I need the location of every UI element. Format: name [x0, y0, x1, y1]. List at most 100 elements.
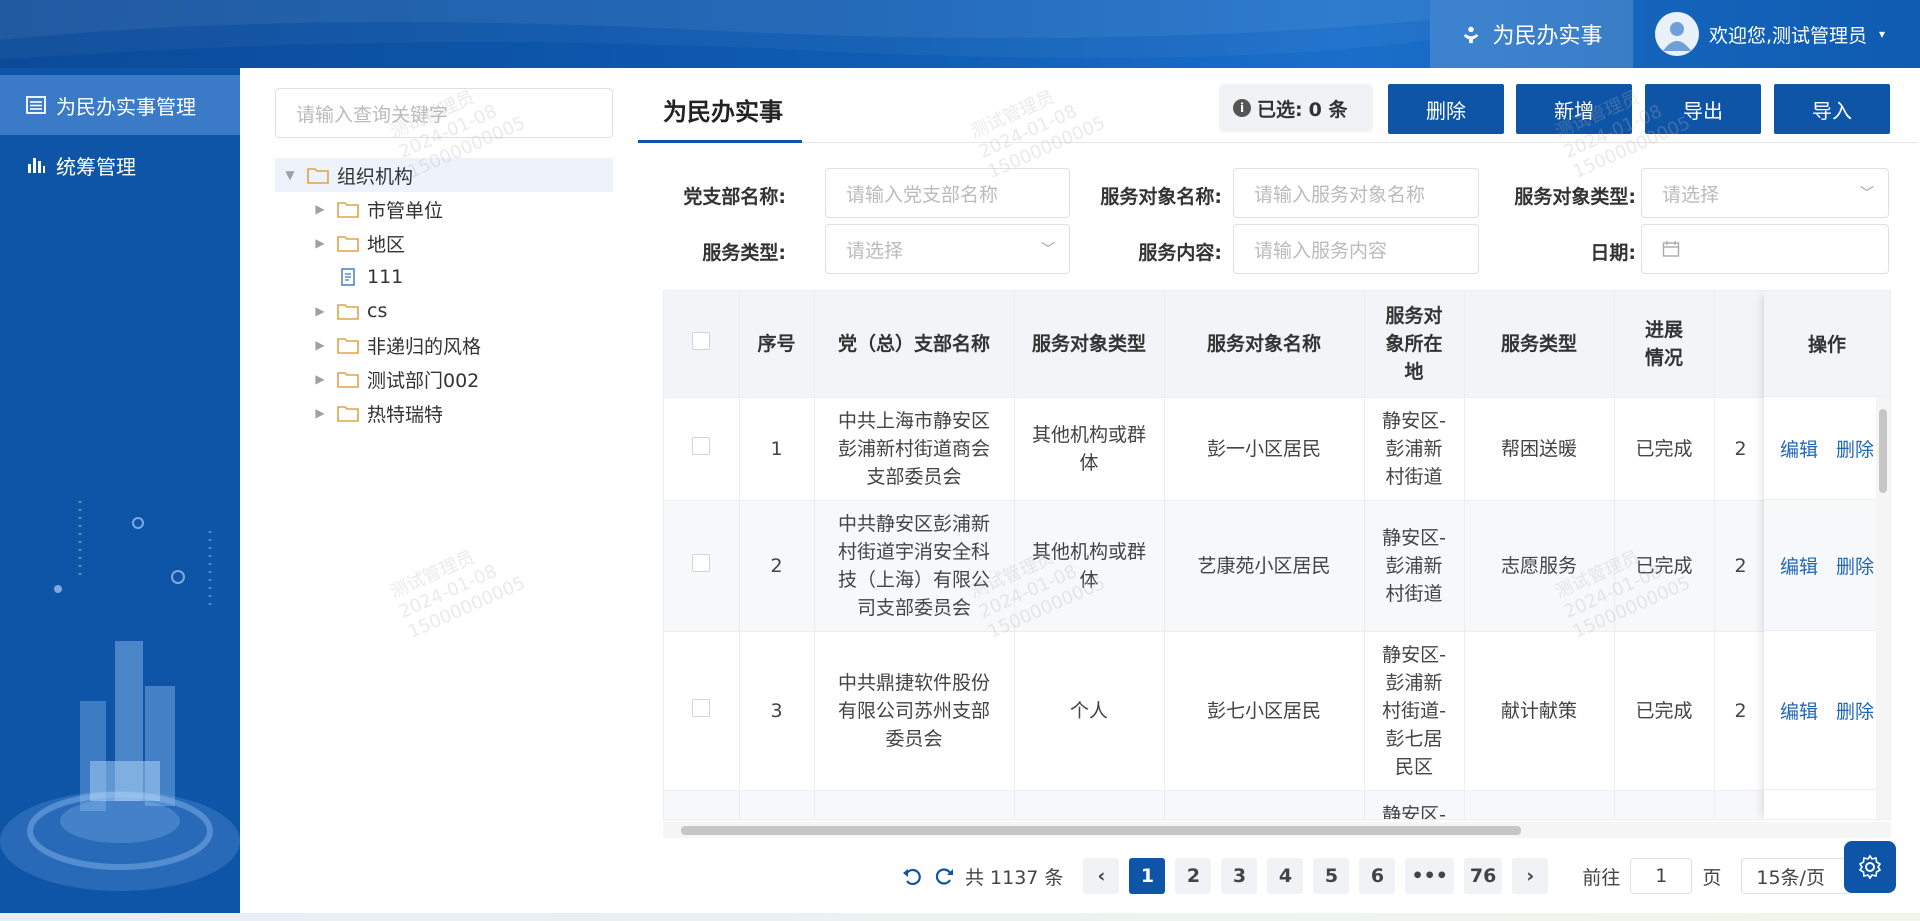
row-checkbox[interactable] [692, 698, 711, 717]
tree-node[interactable]: ▶ 地区 [275, 226, 613, 260]
page-button[interactable]: 2 [1175, 858, 1212, 894]
caret-right-icon[interactable]: ▶ [315, 372, 325, 386]
cell-progress: 已完成 [1614, 397, 1715, 501]
settings-button[interactable] [1844, 841, 1896, 893]
caret-right-icon[interactable]: ▶ [315, 202, 325, 216]
tree-node-label: cs [367, 300, 388, 322]
tree-node[interactable]: ▶ 热特瑞特 [275, 396, 613, 430]
content-placeholder: 请输入服务内容 [1254, 239, 1388, 262]
page-title: 为民办实事 [663, 98, 783, 126]
target-name-input[interactable]: 请输入服务对象名称 [1233, 168, 1479, 218]
edit-link[interactable]: 编辑 [1780, 435, 1818, 462]
bottom-strip [0, 913, 1920, 921]
sidebar-item-coordination[interactable]: 统筹管理 [0, 135, 240, 195]
export-button[interactable]: 导出 [1645, 84, 1761, 134]
target-type-placeholder: 请选择 [1662, 183, 1720, 206]
page-unit-label: 页 [1702, 866, 1722, 889]
page-button[interactable]: 4 [1267, 858, 1304, 894]
row-actions: 编辑 删除 [1764, 500, 1890, 631]
delete-link[interactable]: 删除 [1836, 435, 1874, 462]
caret-right-icon[interactable]: ▶ [315, 338, 325, 352]
selected-label: 已选: [1257, 98, 1303, 121]
row-checkbox[interactable] [692, 436, 711, 455]
tree-node-label: 非递归的风格 [367, 335, 482, 358]
cell-service-type: 帮困送暖 [1464, 397, 1615, 501]
target-type-select[interactable]: 请选择 ﹀ [1641, 168, 1889, 218]
caret-right-icon[interactable]: ▶ [315, 236, 325, 250]
caret-down-icon[interactable]: ▼ [285, 168, 295, 182]
page-button[interactable]: 6 [1359, 858, 1396, 894]
cell-target-type: 个人 [1014, 631, 1165, 791]
user-menu[interactable]: 欢迎您,测试管理员 ▾ [1655, 10, 1885, 58]
cell-target-type [1014, 790, 1165, 819]
goto-page-input[interactable]: 1 [1630, 858, 1693, 894]
select-all-checkbox[interactable] [692, 331, 711, 350]
header-wave-decoration [0, 0, 1430, 60]
column-header: 服务对象名称 [1164, 291, 1365, 398]
caret-right-icon[interactable]: ▶ [315, 304, 325, 318]
caret-right-icon[interactable]: ▶ [315, 406, 325, 420]
branch-name-input[interactable]: 请输入党支部名称 [825, 168, 1070, 218]
tree-node-root[interactable]: ▼ 组织机构 [275, 158, 613, 192]
horizontal-scrollbar[interactable] [663, 822, 1891, 838]
bar-chart-icon [28, 158, 45, 173]
delete-link[interactable]: 删除 [1836, 552, 1874, 579]
title-divider [638, 142, 1918, 143]
undo-icon[interactable] [901, 865, 923, 887]
chevron-down-icon[interactable]: ▾ [1879, 27, 1885, 41]
content-input[interactable]: 请输入服务内容 [1233, 224, 1479, 274]
page-button[interactable]: 76 [1463, 858, 1503, 894]
tree-node[interactable]: ▶ cs [275, 294, 613, 328]
prev-page-button[interactable]: ‹ [1083, 858, 1120, 894]
tree-search-input[interactable]: 请输入查询关键字 [275, 88, 613, 138]
folder-icon [307, 168, 329, 184]
cell-branch: 中共静安区彭浦新村街道宇消安全科技（上海）有限公司支部委员会 [814, 500, 1015, 632]
next-page-button[interactable]: › [1512, 858, 1549, 894]
tree-node[interactable]: ▶ 测试部门002 [275, 362, 613, 396]
content-label: 服务内容: [1138, 242, 1222, 264]
table-row: 1 中共上海市静安区彭浦新村街道商会支部委员会 其他机构或群体 彭一小区居民 静… [664, 397, 1890, 501]
delete-button[interactable]: 删除 [1388, 84, 1504, 134]
cell-branch-text: 中共静安区彭浦新村街道宇消安全科技（上海）有限公司支部委员会 [837, 512, 990, 619]
vertical-scrollbar[interactable] [1876, 397, 1890, 819]
cell-target-type: 其他机构或群体 [1014, 500, 1165, 632]
page-button[interactable]: 3 [1221, 858, 1258, 894]
top-nav-tab-active[interactable]: 为民办实事 [1430, 0, 1633, 68]
row-checkbox[interactable] [692, 553, 711, 572]
delete-link[interactable]: 删除 [1836, 697, 1874, 724]
folder-icon [337, 372, 359, 388]
page-ellipsis[interactable]: ••• [1405, 858, 1454, 894]
cell-target-type-text: 个人 [1069, 699, 1108, 722]
table-row: 3 中共鼎捷软件股份有限公司苏州支部委员会 个人 彭七小区居民 静安区-彭浦新村… [664, 631, 1890, 791]
target-name-placeholder: 请输入服务对象名称 [1254, 183, 1426, 206]
hands-heart-icon [1464, 26, 1479, 44]
import-button[interactable]: 导入 [1774, 84, 1890, 134]
scrollbar-thumb[interactable] [1879, 409, 1887, 493]
tree-node-leaf[interactable]: 111 [275, 260, 613, 294]
select-all-cell [664, 291, 740, 398]
table-header-row: 序号 党（总）支部名称 服务对象类型 服务对象名称 服务对象所在地 服务类型 进… [664, 291, 1890, 398]
table-row: 2 中共静安区彭浦新村街道宇消安全科技（上海）有限公司支部委员会 其他机构或群体… [664, 500, 1890, 632]
add-button[interactable]: 新增 [1516, 84, 1632, 134]
tree-node[interactable]: ▶ 非递归的风格 [275, 328, 613, 362]
cell-branch: 中共鼎捷软件股份有限公司苏州支部委员会 [814, 631, 1015, 791]
service-type-select[interactable]: 请选择 ﹀ [825, 224, 1070, 274]
sidebar-item-affairs[interactable]: 为民办实事管理 [0, 75, 240, 135]
date-picker[interactable] [1641, 224, 1889, 274]
tree-node-label: 111 [367, 266, 404, 288]
page-size-select[interactable]: 15条/页 [1741, 858, 1852, 894]
cell-no: 2 [739, 500, 815, 632]
edit-link[interactable]: 编辑 [1780, 552, 1818, 579]
page-button[interactable]: 5 [1313, 858, 1350, 894]
scrollbar-thumb[interactable] [681, 826, 1521, 835]
edit-link[interactable]: 编辑 [1780, 697, 1818, 724]
cell-location: 静安区- [1364, 790, 1465, 820]
cell-location-text: 静安区- [1382, 803, 1446, 820]
refresh-icon[interactable] [933, 865, 955, 887]
sidebar-item-label: 统筹管理 [56, 154, 136, 179]
cell-location: 静安区-彭浦新村街道-彭七居民区 [1364, 631, 1465, 791]
page-button[interactable]: 1 [1129, 858, 1166, 894]
data-table: 序号 党（总）支部名称 服务对象类型 服务对象名称 服务对象所在地 服务类型 进… [663, 290, 1891, 820]
tree-node[interactable]: ▶ 市管单位 [275, 192, 613, 226]
column-header: 服务类型 [1464, 291, 1615, 398]
